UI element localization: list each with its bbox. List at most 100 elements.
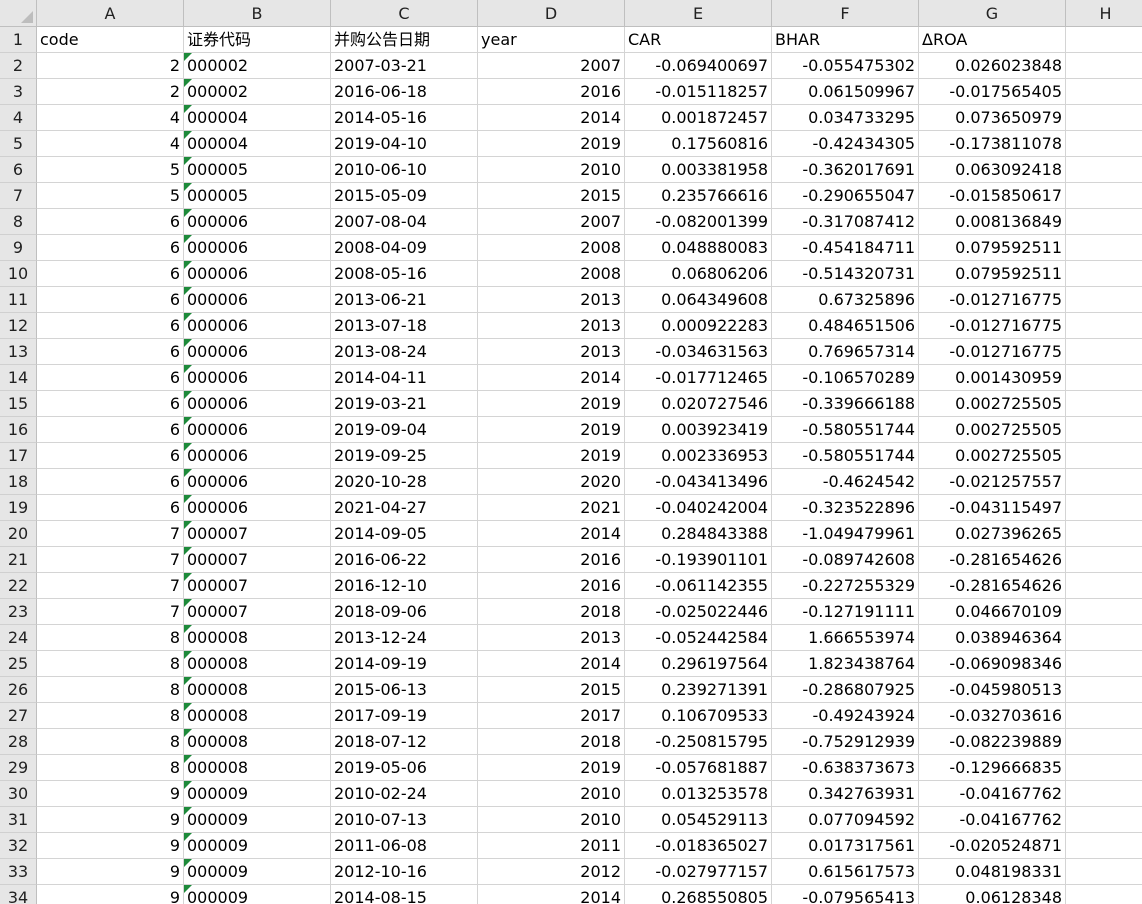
cell-e33[interactable]: -0.027977157 xyxy=(625,859,772,885)
cell-h30[interactable] xyxy=(1066,781,1142,807)
row-header-9[interactable]: 9 xyxy=(0,235,37,261)
cell-a11[interactable]: 6 xyxy=(37,287,184,313)
cell-f17[interactable]: -0.580551744 xyxy=(772,443,919,469)
cell-c9[interactable]: 2008-04-09 xyxy=(331,235,478,261)
cell-c3[interactable]: 2016-06-18 xyxy=(331,79,478,105)
cell-e29[interactable]: -0.057681887 xyxy=(625,755,772,781)
cell-h12[interactable] xyxy=(1066,313,1142,339)
row-header-34[interactable]: 34 xyxy=(0,885,37,904)
cell-c27[interactable]: 2017-09-19 xyxy=(331,703,478,729)
cell-f9[interactable]: -0.454184711 xyxy=(772,235,919,261)
cell-b10[interactable]: 000006 xyxy=(184,261,331,287)
cell-b27[interactable]: 000008 xyxy=(184,703,331,729)
cell-c14[interactable]: 2014-04-11 xyxy=(331,365,478,391)
cell-d26[interactable]: 2015 xyxy=(478,677,625,703)
cell-g6[interactable]: 0.063092418 xyxy=(919,157,1066,183)
cell-d27[interactable]: 2017 xyxy=(478,703,625,729)
cell-f11[interactable]: 0.67325896 xyxy=(772,287,919,313)
cell-d31[interactable]: 2010 xyxy=(478,807,625,833)
row-header-32[interactable]: 32 xyxy=(0,833,37,859)
cell-h9[interactable] xyxy=(1066,235,1142,261)
row-header-5[interactable]: 5 xyxy=(0,131,37,157)
row-header-19[interactable]: 19 xyxy=(0,495,37,521)
row-header-24[interactable]: 24 xyxy=(0,625,37,651)
cell-d20[interactable]: 2014 xyxy=(478,521,625,547)
cell-h34[interactable] xyxy=(1066,885,1142,904)
cell-f32[interactable]: 0.017317561 xyxy=(772,833,919,859)
cell-b2[interactable]: 000002 xyxy=(184,53,331,79)
cell-e31[interactable]: 0.054529113 xyxy=(625,807,772,833)
cell-g3[interactable]: -0.017565405 xyxy=(919,79,1066,105)
cell-e10[interactable]: 0.06806206 xyxy=(625,261,772,287)
cell-b24[interactable]: 000008 xyxy=(184,625,331,651)
cell-a29[interactable]: 8 xyxy=(37,755,184,781)
cell-h6[interactable] xyxy=(1066,157,1142,183)
cell-f4[interactable]: 0.034733295 xyxy=(772,105,919,131)
cell-b34[interactable]: 000009 xyxy=(184,885,331,904)
cell-h5[interactable] xyxy=(1066,131,1142,157)
cell-h3[interactable] xyxy=(1066,79,1142,105)
cell-b8[interactable]: 000006 xyxy=(184,209,331,235)
cell-d23[interactable]: 2018 xyxy=(478,599,625,625)
cell-f19[interactable]: -0.323522896 xyxy=(772,495,919,521)
cell-e13[interactable]: -0.034631563 xyxy=(625,339,772,365)
cell-d16[interactable]: 2019 xyxy=(478,417,625,443)
row-header-21[interactable]: 21 xyxy=(0,547,37,573)
cell-f34[interactable]: -0.079565413 xyxy=(772,885,919,904)
cell-c19[interactable]: 2021-04-27 xyxy=(331,495,478,521)
row-header-27[interactable]: 27 xyxy=(0,703,37,729)
cell-h33[interactable] xyxy=(1066,859,1142,885)
cell-c34[interactable]: 2014-08-15 xyxy=(331,885,478,904)
cell-e21[interactable]: -0.193901101 xyxy=(625,547,772,573)
cell-c33[interactable]: 2012-10-16 xyxy=(331,859,478,885)
header-cell-b[interactable]: 证券代码 xyxy=(184,27,331,53)
cell-a34[interactable]: 9 xyxy=(37,885,184,904)
row-header-12[interactable]: 12 xyxy=(0,313,37,339)
cell-g20[interactable]: 0.027396265 xyxy=(919,521,1066,547)
cell-e26[interactable]: 0.239271391 xyxy=(625,677,772,703)
cell-c17[interactable]: 2019-09-25 xyxy=(331,443,478,469)
cell-a7[interactable]: 5 xyxy=(37,183,184,209)
cell-h19[interactable] xyxy=(1066,495,1142,521)
cell-h28[interactable] xyxy=(1066,729,1142,755)
cell-g15[interactable]: 0.002725505 xyxy=(919,391,1066,417)
row-header-18[interactable]: 18 xyxy=(0,469,37,495)
cell-g5[interactable]: -0.173811078 xyxy=(919,131,1066,157)
cell-f20[interactable]: -1.049479961 xyxy=(772,521,919,547)
cell-b21[interactable]: 000007 xyxy=(184,547,331,573)
cell-g28[interactable]: -0.082239889 xyxy=(919,729,1066,755)
cell-g23[interactable]: 0.046670109 xyxy=(919,599,1066,625)
row-header-4[interactable]: 4 xyxy=(0,105,37,131)
cell-d4[interactable]: 2014 xyxy=(478,105,625,131)
cell-e5[interactable]: 0.17560816 xyxy=(625,131,772,157)
cell-a19[interactable]: 6 xyxy=(37,495,184,521)
cell-e15[interactable]: 0.020727546 xyxy=(625,391,772,417)
cell-c23[interactable]: 2018-09-06 xyxy=(331,599,478,625)
cell-a17[interactable]: 6 xyxy=(37,443,184,469)
cell-b13[interactable]: 000006 xyxy=(184,339,331,365)
row-header-20[interactable]: 20 xyxy=(0,521,37,547)
row-header-28[interactable]: 28 xyxy=(0,729,37,755)
cell-h31[interactable] xyxy=(1066,807,1142,833)
row-header-2[interactable]: 2 xyxy=(0,53,37,79)
cell-d24[interactable]: 2013 xyxy=(478,625,625,651)
cell-h26[interactable] xyxy=(1066,677,1142,703)
cell-h4[interactable] xyxy=(1066,105,1142,131)
cell-g25[interactable]: -0.069098346 xyxy=(919,651,1066,677)
cell-b14[interactable]: 000006 xyxy=(184,365,331,391)
cell-a26[interactable]: 8 xyxy=(37,677,184,703)
cell-c29[interactable]: 2019-05-06 xyxy=(331,755,478,781)
row-header-1[interactable]: 1 xyxy=(0,27,37,53)
cell-g27[interactable]: -0.032703616 xyxy=(919,703,1066,729)
cell-b31[interactable]: 000009 xyxy=(184,807,331,833)
cell-c15[interactable]: 2019-03-21 xyxy=(331,391,478,417)
cell-f14[interactable]: -0.106570289 xyxy=(772,365,919,391)
cell-f3[interactable]: 0.061509967 xyxy=(772,79,919,105)
cell-e19[interactable]: -0.040242004 xyxy=(625,495,772,521)
cell-c5[interactable]: 2019-04-10 xyxy=(331,131,478,157)
cell-a10[interactable]: 6 xyxy=(37,261,184,287)
cell-g34[interactable]: 0.06128348 xyxy=(919,885,1066,904)
cell-b15[interactable]: 000006 xyxy=(184,391,331,417)
cell-e11[interactable]: 0.064349608 xyxy=(625,287,772,313)
cell-e12[interactable]: 0.000922283 xyxy=(625,313,772,339)
